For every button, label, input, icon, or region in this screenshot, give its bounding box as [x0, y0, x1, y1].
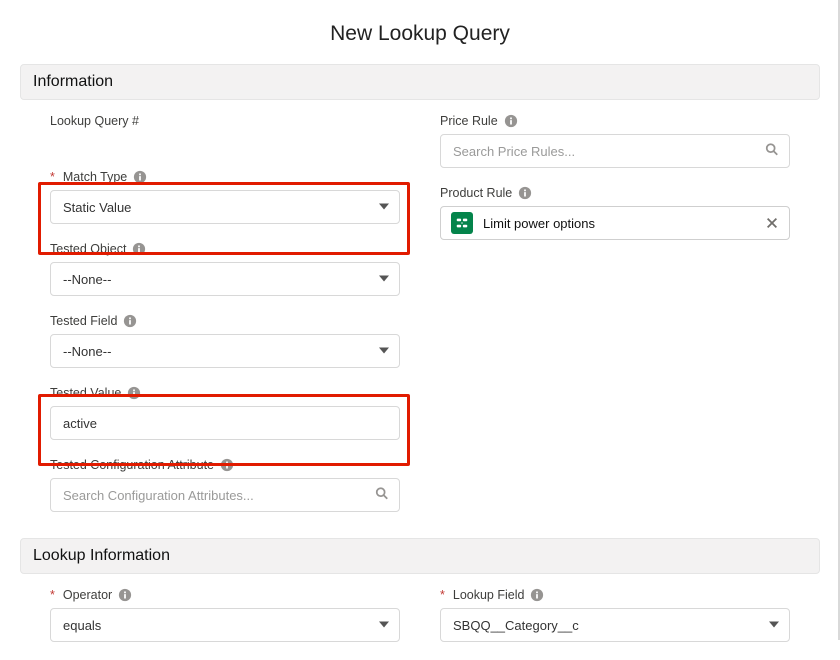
info-icon[interactable] [504, 114, 518, 128]
tested-object-label: Tested Object [50, 242, 126, 256]
lookup-information-header: Lookup Information [20, 538, 820, 574]
tested-object-select[interactable]: --None-- [50, 262, 400, 296]
caret-down-icon [379, 272, 389, 287]
operator-select[interactable]: equals [50, 608, 400, 642]
info-left-column: Lookup Query # * Match Type Static Value [50, 114, 400, 530]
caret-down-icon [379, 200, 389, 215]
info-icon[interactable] [220, 458, 234, 472]
tested-config-attr-field: Tested Configuration Attribute [50, 458, 400, 512]
tested-field-value: --None-- [63, 344, 111, 359]
info-right-column: Price Rule Product Rule [440, 114, 790, 530]
info-icon[interactable] [127, 386, 141, 400]
info-icon[interactable] [118, 588, 132, 602]
match-type-value: Static Value [63, 200, 131, 215]
information-header: Information [20, 64, 820, 100]
operator-field: * Operator equals [50, 588, 400, 642]
caret-down-icon [379, 618, 389, 633]
required-star: * [50, 170, 55, 184]
info-icon[interactable] [123, 314, 137, 328]
tested-field-field: Tested Field --None-- [50, 314, 400, 368]
tested-field-select[interactable]: --None-- [50, 334, 400, 368]
lookup-field-label: Lookup Field [453, 588, 525, 602]
match-type-select[interactable]: Static Value [50, 190, 400, 224]
operator-value: equals [63, 618, 101, 633]
close-icon[interactable] [765, 216, 779, 230]
match-type-field: * Match Type Static Value [50, 170, 400, 224]
lookup-query-num-label: Lookup Query # [50, 114, 139, 128]
tested-object-value: --None-- [63, 272, 111, 287]
tested-config-attr-search[interactable] [63, 488, 387, 503]
required-star: * [440, 588, 445, 602]
lookup-query-num-field: Lookup Query # [50, 114, 400, 128]
tested-field-label: Tested Field [50, 314, 117, 328]
operator-label: Operator [63, 588, 112, 602]
lookup-field-select[interactable]: SBQQ__Category__c [440, 608, 790, 642]
product-rule-pill-label: Limit power options [483, 216, 755, 231]
lookup-field-value: SBQQ__Category__c [453, 618, 579, 633]
product-rule-label: Product Rule [440, 186, 512, 200]
product-rule-entity-icon [451, 212, 473, 234]
lookup-information-panel: Lookup Information * Operator equals [20, 538, 820, 660]
caret-down-icon [379, 344, 389, 359]
required-star: * [50, 588, 55, 602]
tested-value-input[interactable] [63, 416, 387, 431]
tested-config-attr-label: Tested Configuration Attribute [50, 458, 214, 472]
info-icon[interactable] [518, 186, 532, 200]
lookup-field-field: * Lookup Field SBQQ__Category__c [440, 588, 790, 642]
page-title: New Lookup Query [0, 0, 840, 64]
price-rule-label: Price Rule [440, 114, 498, 128]
tested-value-input-wrapper [50, 406, 400, 440]
tested-object-field: Tested Object --None-- [50, 242, 400, 296]
price-rule-field: Price Rule [440, 114, 790, 168]
price-rule-search[interactable] [453, 144, 777, 159]
product-rule-pill[interactable]: Limit power options [440, 206, 790, 240]
match-type-label: Match Type [63, 170, 127, 184]
price-rule-search-wrapper [440, 134, 790, 168]
tested-config-attr-search-wrapper [50, 478, 400, 512]
caret-down-icon [769, 618, 779, 633]
info-icon[interactable] [133, 170, 147, 184]
tested-value-label: Tested Value [50, 386, 121, 400]
info-icon[interactable] [132, 242, 146, 256]
info-icon[interactable] [530, 588, 544, 602]
information-panel: Information Lookup Query # * Match Type [20, 64, 820, 530]
product-rule-field: Product Rule Limit power options [440, 186, 790, 240]
tested-value-field: Tested Value [50, 386, 400, 440]
